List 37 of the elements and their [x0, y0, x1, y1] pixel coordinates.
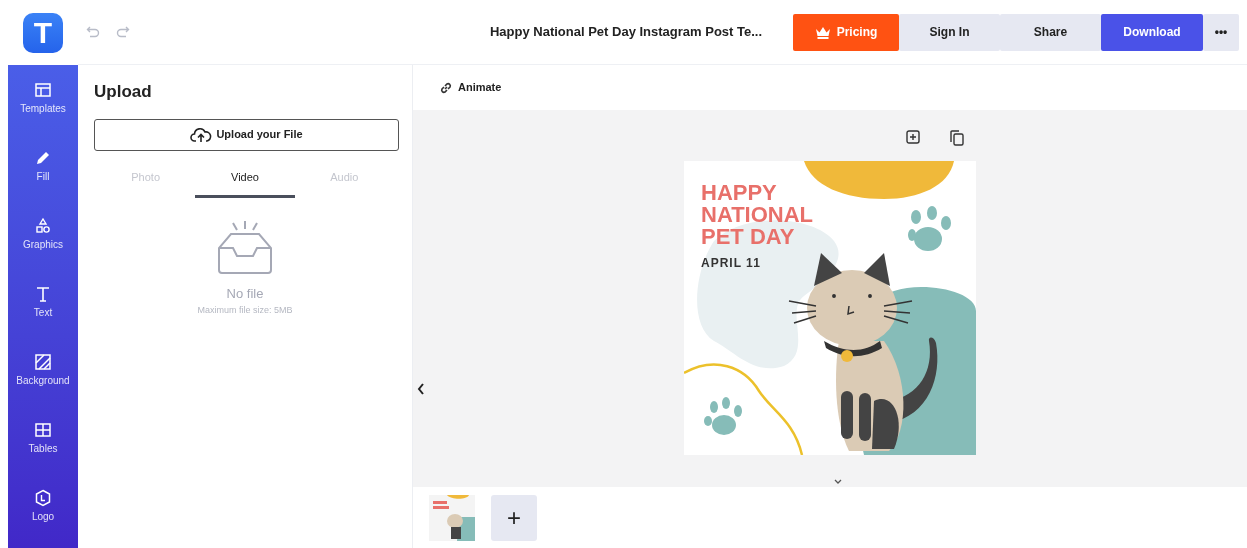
sidebar-item[interactable]: Fill	[34, 143, 52, 189]
design-date-text[interactable]: APRIL 11	[701, 254, 976, 272]
sidebar-item[interactable]: Templates	[20, 75, 66, 121]
design-canvas[interactable]: HAPPY NATIONAL PET DAY APRIL 11	[684, 161, 976, 455]
link-icon	[439, 80, 453, 95]
hexagon-icon	[34, 488, 52, 507]
sidebar-item[interactable]: Text	[33, 279, 53, 325]
shapes-icon	[34, 216, 52, 235]
header-button[interactable]: Pricing	[793, 13, 899, 51]
duplicate-icon[interactable]	[950, 130, 964, 146]
media-tab[interactable]: Video	[195, 168, 295, 198]
add-page-icon[interactable]	[906, 130, 920, 144]
text-icon	[34, 284, 52, 303]
sidebar-item[interactable]: Graphics	[23, 211, 63, 257]
panel-title: Upload	[94, 81, 153, 103]
hatched-square-icon	[34, 352, 52, 371]
add-page-button[interactable]: +	[491, 494, 537, 541]
upload-button[interactable]: Upload your File	[94, 118, 399, 151]
sidebar-item[interactable]: Tables	[28, 415, 58, 461]
animate-button[interactable]: Animate	[458, 79, 502, 96]
header-button[interactable]: Share	[1000, 13, 1101, 51]
empty-state-title: No file	[226, 285, 264, 303]
header-button[interactable]: Download	[1101, 13, 1203, 51]
more-button[interactable]: •••	[1203, 13, 1239, 51]
empty-state-hint: Maximum file size: 5MB	[197, 303, 293, 317]
chevron-down-icon[interactable]	[834, 479, 842, 485]
crown-icon	[814, 25, 831, 39]
header-button[interactable]: Sign In	[899, 13, 1000, 51]
page-thumbnail[interactable]	[429, 494, 475, 541]
collapse-panel-icon[interactable]	[417, 383, 425, 395]
layout-icon	[34, 80, 52, 99]
document-title[interactable]: Happy National Pet Day Instagram Post Te...	[489, 22, 763, 42]
sidebar-item[interactable]: Background	[16, 347, 70, 393]
cloud-upload-icon	[190, 126, 213, 143]
app-logo[interactable]: T	[23, 12, 63, 53]
sidebar-item[interactable]: Logo	[31, 483, 55, 529]
table-icon	[34, 420, 52, 439]
